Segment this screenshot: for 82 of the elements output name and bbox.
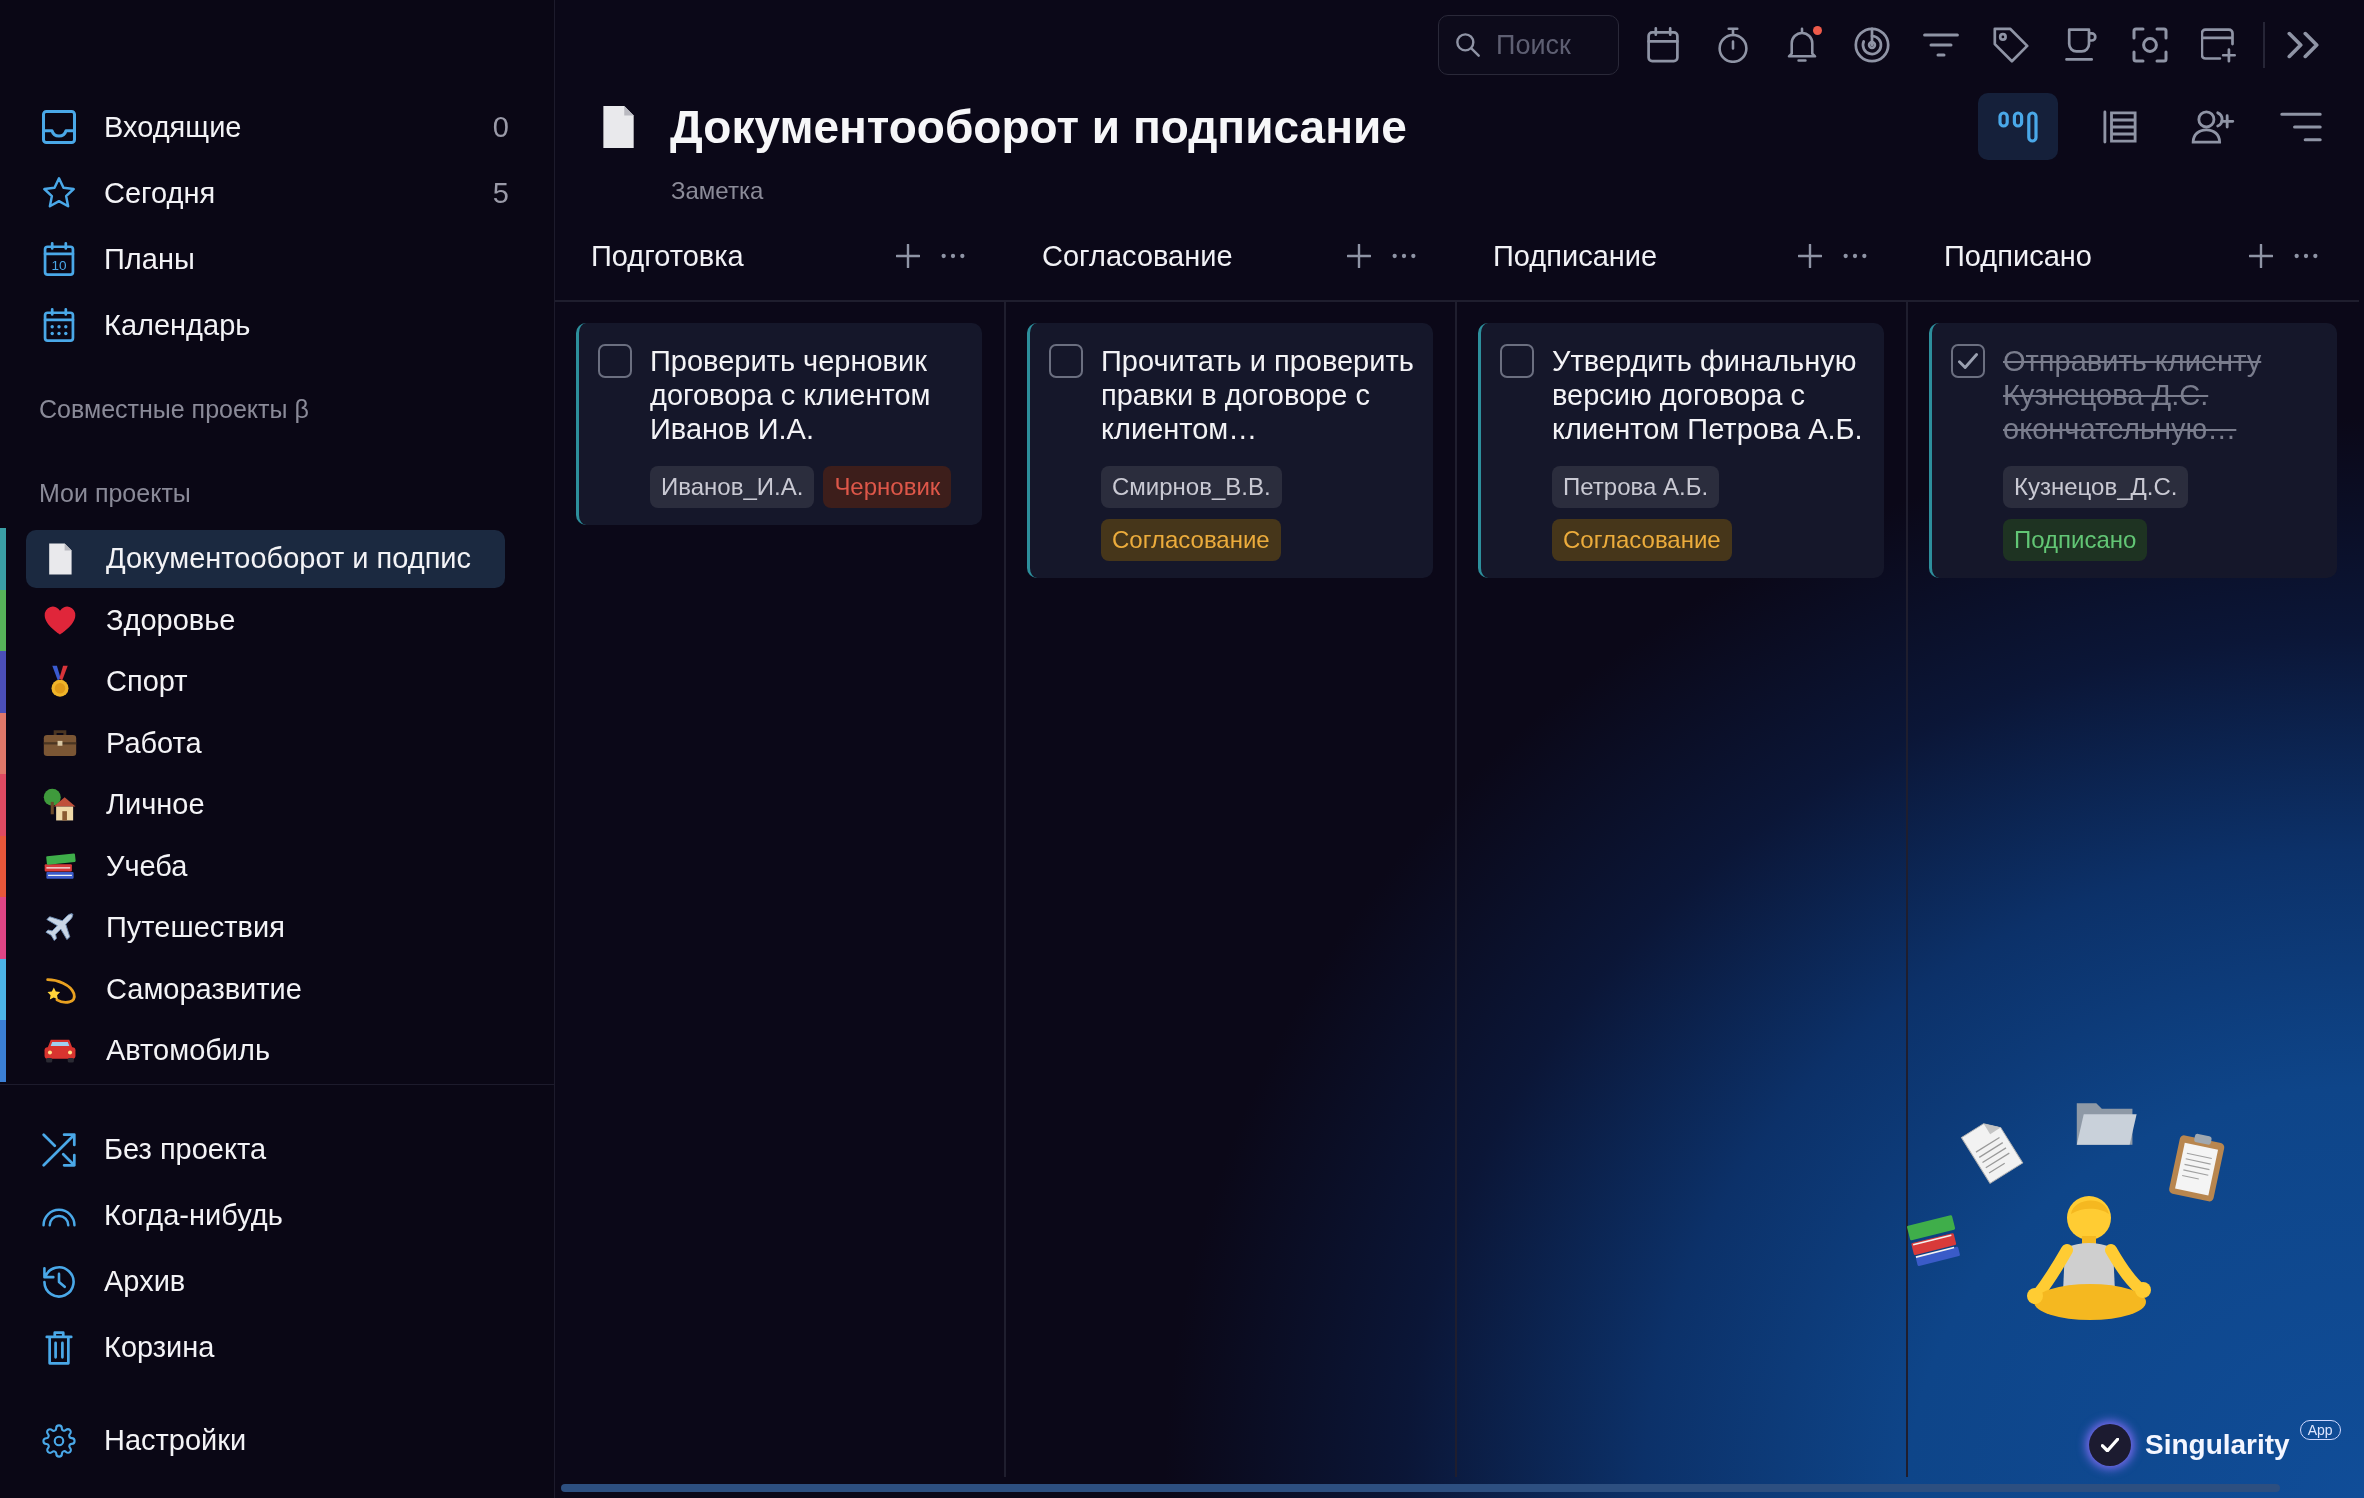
tag-icon[interactable] <box>1992 27 2029 63</box>
board-view-button[interactable] <box>1978 93 2058 160</box>
cup-icon[interactable] <box>2062 27 2098 63</box>
status-tag: Черновик <box>823 466 952 508</box>
screenshot-icon[interactable] <box>2131 27 2168 63</box>
column-title: Согласование <box>1042 239 1233 273</box>
task-title: Прочитать и проверить правки в договоре с клиентом… <box>1101 344 1415 446</box>
project-item[interactable]: Работа <box>26 714 505 773</box>
more-icon[interactable] <box>1392 253 1416 259</box>
task-card[interactable]: Проверить черновик договора с клиентом Иванов И.А. Иванов_И.А. Черновик <box>576 323 982 525</box>
house-icon <box>43 787 77 822</box>
item-count: 5 <box>492 176 509 210</box>
checkbox[interactable] <box>1500 344 1534 378</box>
logo-icon <box>2089 1424 2131 1466</box>
sidebar-link[interactable]: Календарь <box>42 308 251 342</box>
section-heading: Мои проекты <box>39 478 191 509</box>
section-heading: Совместные проекты β <box>39 394 309 425</box>
task-card[interactable]: Утвердить финальную версию договора с клиентом Петрова А.Б. Петрова А.Б. Согласование <box>1478 323 1884 578</box>
sidebar-link[interactable]: Входящие <box>42 110 242 144</box>
more-icon[interactable] <box>941 253 965 259</box>
target-icon[interactable] <box>1853 27 1890 63</box>
brand-name: Singularity <box>2145 1429 2290 1461</box>
shuffle-icon <box>42 1132 76 1167</box>
columns-icon <box>1998 109 2038 144</box>
assignee-tag: Кузнецов_Д.С. <box>2003 466 2189 508</box>
more-icon[interactable] <box>2294 253 2318 259</box>
project-item[interactable]: Автомобиль <box>26 1021 505 1080</box>
task-card[interactable]: Отправить клиенту Кузнецова Д.С. окончательную… Кузнецов_Д.С. Подписано <box>1929 323 2337 578</box>
star-icon <box>42 176 76 210</box>
assignee-tag: Иванов_И.А. <box>650 466 815 508</box>
checkbox[interactable] <box>1049 344 1083 378</box>
sidebar-link[interactable]: 10 Планы <box>42 242 195 276</box>
project-item[interactable]: Учеба <box>26 837 505 896</box>
calendar-icon <box>42 308 76 342</box>
item-count: 0 <box>492 110 509 144</box>
sidebar-link[interactable]: Архив <box>42 1264 186 1299</box>
document-icon <box>600 104 636 150</box>
project-item[interactable]: Саморазвитие <box>26 960 505 1019</box>
column-title: Подписано <box>1944 239 2092 273</box>
task-card[interactable]: Прочитать и проверить правки в договоре с клиентом… Смирнов_В.В. Согласование <box>1027 323 1433 578</box>
status-tag: Согласование <box>1101 519 1281 561</box>
more-icon[interactable] <box>1843 253 1867 259</box>
add-icon[interactable] <box>1347 244 1371 268</box>
column-title: Подготовка <box>591 239 744 273</box>
column-title: Подписание <box>1493 239 1658 273</box>
checkbox[interactable] <box>598 344 632 378</box>
sidebar-link[interactable]: Когда-нибудь <box>42 1198 283 1233</box>
page-title: Документооборот и подписание <box>670 100 1407 154</box>
sidebar-link[interactable]: Корзина <box>42 1330 215 1365</box>
add-icon[interactable] <box>896 244 920 268</box>
add-window-icon[interactable] <box>2201 27 2237 63</box>
assignee-tag: Смирнов_В.В. <box>1101 466 1282 508</box>
task-title: Проверить черновик договора с клиентом Иванов И.А. <box>650 344 932 446</box>
status-tag: Согласование <box>1552 519 1732 561</box>
settings-link[interactable]: Настройки <box>42 1423 247 1458</box>
settings-icon <box>42 1423 76 1458</box>
task-title: Отправить клиенту Кузнецова Д.С. окончательную… <box>2003 344 2263 446</box>
task-title: Утвердить финальную версию договора с клиентом Петрова А.Б. <box>1552 344 1864 446</box>
project-item[interactable]: Здоровье <box>26 591 505 650</box>
add-icon[interactable] <box>2249 244 2273 268</box>
double-chevron-icon[interactable] <box>2287 31 2319 59</box>
project-item[interactable]: Путешествия <box>26 898 505 957</box>
search-field[interactable]: Поиск <box>1438 15 1619 75</box>
checkbox[interactable] <box>1951 344 1985 378</box>
folder-icon <box>2074 1100 2138 1148</box>
assignee-tag: Петрова А.Б. <box>1552 466 1720 508</box>
history-icon <box>42 1264 76 1299</box>
calendar-date-icon: 10 <box>42 242 76 276</box>
checkmark-icon <box>1958 353 1978 369</box>
status-tag: Подписано <box>2003 519 2148 561</box>
sidebar-link[interactable]: Без проекта <box>42 1132 267 1167</box>
project-item[interactable]: Личное <box>26 775 505 834</box>
project-item[interactable]: Документооборот и подпис <box>26 529 505 588</box>
calendar-icon[interactable] <box>1645 27 1681 63</box>
page-subtitle: Заметка <box>671 176 764 206</box>
list-icon <box>2100 109 2140 144</box>
horizontal-scrollbar[interactable] <box>561 1483 2280 1492</box>
inbox-icon <box>42 110 76 144</box>
add-user-icon[interactable] <box>2191 109 2235 144</box>
add-icon[interactable] <box>1798 244 1822 268</box>
project-item[interactable]: Спорт <box>26 652 505 711</box>
sidebar-link[interactable]: Сегодня <box>42 176 216 210</box>
